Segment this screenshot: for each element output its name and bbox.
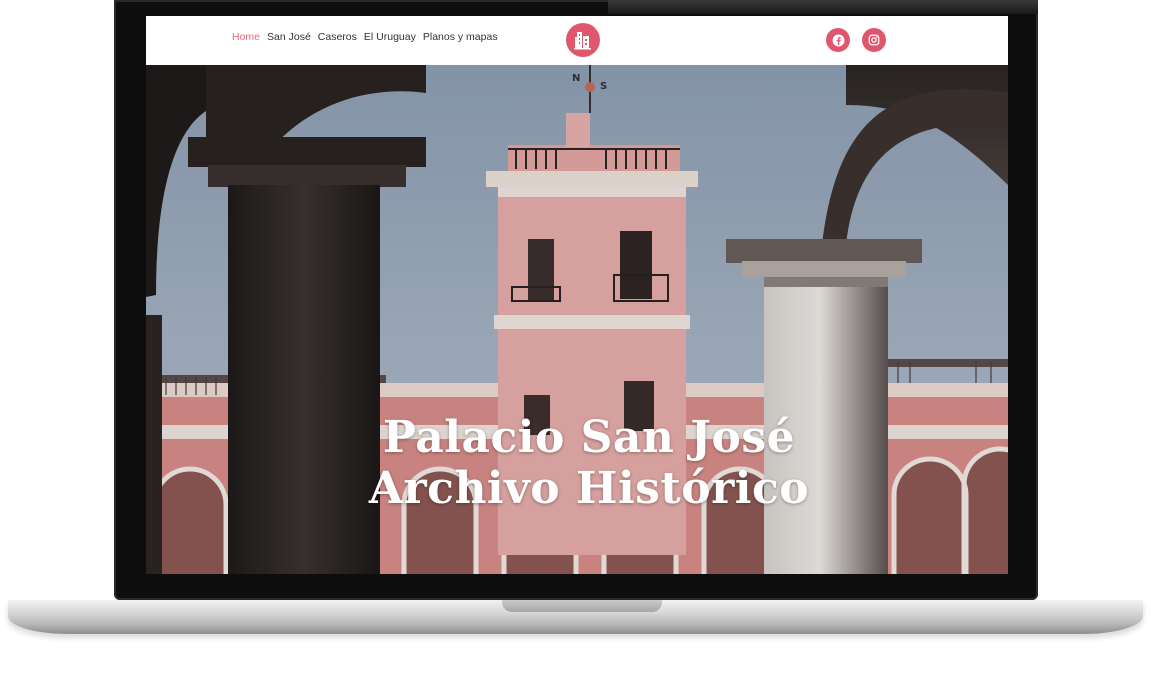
laptop-notch bbox=[502, 600, 662, 612]
nav-home-link[interactable]: Home bbox=[232, 31, 260, 43]
instagram-icon bbox=[868, 34, 880, 46]
nav-san-jose-link[interactable]: San José bbox=[267, 31, 311, 43]
site-header: Home San José Caseros El Uruguay Planos … bbox=[146, 16, 1008, 65]
hero-title-line-1: Palacio San José bbox=[382, 412, 796, 464]
laptop-screen: Home San José Caseros El Uruguay Planos … bbox=[146, 16, 1008, 574]
laptop-base bbox=[8, 600, 1143, 634]
nav-caseros-link[interactable]: Caseros bbox=[318, 31, 357, 43]
building-logo-icon bbox=[574, 32, 591, 50]
facebook-icon bbox=[832, 34, 844, 46]
facebook-button[interactable] bbox=[826, 28, 850, 52]
hero-banner: N S Palacio San José Archivo Histórico bbox=[146, 65, 1008, 574]
nav-planos-mapas-link[interactable]: Planos y mapas bbox=[423, 31, 498, 43]
instagram-button[interactable] bbox=[862, 28, 886, 52]
main-nav: Home San José Caseros El Uruguay Planos … bbox=[232, 31, 498, 43]
nav-el-uruguay-link[interactable]: El Uruguay bbox=[364, 31, 416, 43]
site-logo[interactable] bbox=[566, 23, 600, 57]
hero-title-line-2: Archivo Histórico bbox=[368, 463, 810, 515]
hero-title: Palacio San José Archivo Histórico bbox=[146, 412, 1008, 514]
